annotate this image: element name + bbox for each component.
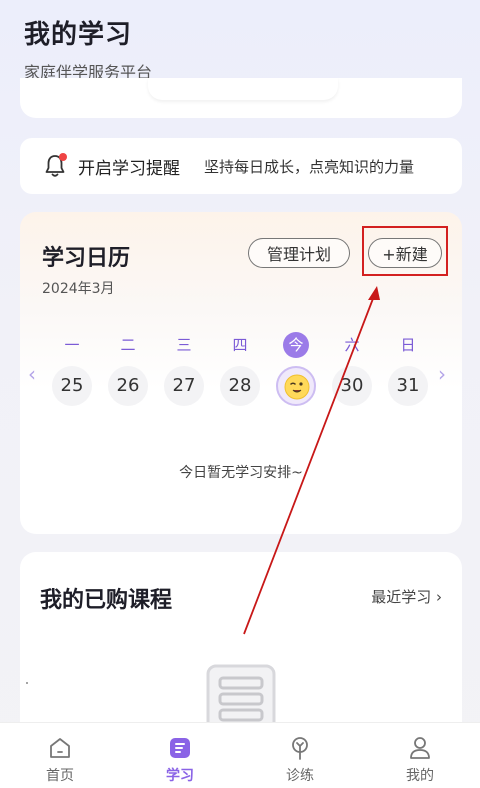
date-cell[interactable]: 25 [52, 366, 92, 406]
date-cell[interactable]: 28 [220, 366, 260, 406]
weekday-label: 六 [344, 336, 360, 354]
weekday-today: 今 [283, 332, 309, 358]
weekday-label: 一 [64, 336, 80, 354]
nav-label: 诊练 [286, 768, 314, 784]
reminder-text: 坚持每日成长，点亮知识的力量 [204, 157, 415, 176]
partial-pill [148, 78, 338, 100]
weekday-label: 四 [232, 336, 248, 354]
courses-title: 我的已购课程 [40, 588, 173, 613]
wink-face-icon [284, 374, 310, 400]
chevron-right-icon: › [436, 588, 442, 606]
date-cell[interactable]: 27 [164, 366, 204, 406]
nav-label: 我的 [406, 768, 434, 784]
nav-item-home[interactable]: 首页 [30, 735, 90, 785]
nav-item-study[interactable]: 学习 [150, 735, 210, 785]
reminder-card[interactable]: 开启学习提醒 坚持每日成长，点亮知识的力量 [20, 138, 462, 194]
recent-study-link[interactable]: 最近学习 › [371, 586, 442, 607]
bottom-nav: 首页 学习 诊练 我的 [0, 722, 480, 788]
weekday-label: 二 [120, 336, 136, 354]
header: 我的学习 家庭伴学服务平台 [24, 14, 152, 83]
page-title: 我的学习 [24, 20, 133, 50]
notification-dot [59, 153, 67, 161]
nav-label: 学习 [166, 768, 194, 784]
calendar-month: 2024年3月 [42, 281, 115, 297]
new-plan-button[interactable]: +新建 [368, 238, 442, 268]
date-cell[interactable]: 30 [332, 366, 372, 406]
diagnose-icon [292, 737, 308, 760]
bell-icon [42, 153, 68, 179]
empty-schedule-note: 今日暂无学习安排~ [179, 465, 303, 481]
date-cell[interactable]: 31 [388, 366, 428, 406]
chevron-left-icon[interactable]: ‹ [28, 362, 36, 386]
date-cell[interactable]: 26 [108, 366, 148, 406]
date-cell-today[interactable] [276, 366, 316, 406]
study-calendar-card: 学习日历 2024年3月 管理计划 +新建 ‹ › 一 二 三 四 今 六 日 … [20, 212, 462, 534]
nav-item-diagnose[interactable]: 诊练 [270, 735, 330, 785]
manage-plan-button[interactable]: 管理计划 [248, 238, 350, 268]
date-row: 25 26 27 28 30 31 [52, 366, 444, 408]
calendar-title: 学习日历 [42, 246, 131, 271]
profile-icon [410, 737, 430, 759]
reminder-label: 开启学习提醒 [78, 158, 180, 179]
nav-label: 首页 [46, 768, 74, 784]
document-illustration-icon [206, 664, 276, 724]
weekday-row: 一 二 三 四 今 六 日 [52, 332, 444, 358]
recent-study-label: 最近学习 [371, 588, 432, 606]
nav-item-profile[interactable]: 我的 [390, 735, 450, 785]
weekday-label: 三 [176, 336, 192, 354]
study-icon [170, 738, 190, 758]
home-icon [50, 738, 70, 758]
weekday-label: 日 [400, 336, 416, 354]
stray-dot [26, 682, 28, 684]
